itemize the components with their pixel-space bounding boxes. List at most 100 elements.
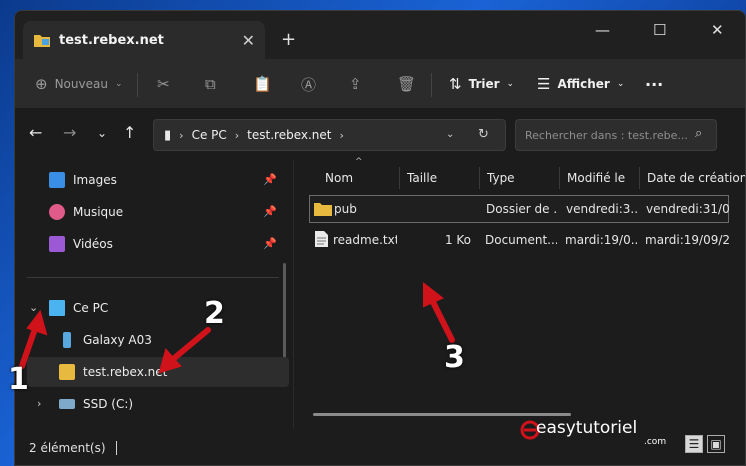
more-options-icon[interactable]: ··· [645,59,663,109]
annotation-number-2: 2 [204,296,225,331]
back-arrow-icon[interactable]: ← [29,123,42,142]
images-icon [49,172,65,188]
sort-icon: ⇅ [449,75,462,93]
minimize-icon[interactable]: — [595,21,610,39]
column-header-created[interactable]: Date de création [647,163,745,193]
item-count: 2 élément(s) [29,441,106,455]
tab-title: test.rebex.net [59,32,164,48]
paste-icon[interactable]: 📋 [253,59,272,109]
plus-circle-icon: ⊕ [35,75,48,93]
sidebar-item-music[interactable]: Musique [49,197,279,227]
nav-divider [27,277,279,278]
navigation-pane: Images 📌 Musique 📌 Vidéos 📌 ⌄ Ce PC Gala… [15,159,289,429]
new-button[interactable]: ⊕ Nouveau ⌄ [35,59,123,109]
breadcrumb-ce-pc[interactable]: Ce PC [192,128,227,142]
view-button[interactable]: ☰ Afficher ⌄ [537,59,624,109]
new-tab-button[interactable]: + [281,29,296,50]
table-row[interactable]: readme.txt 1 Ko Document... mardi:19/0..… [309,227,729,255]
column-divider[interactable] [639,167,640,189]
column-divider[interactable] [559,167,560,189]
tab-close-icon[interactable]: ✕ [242,31,255,50]
chevron-right-icon: › [234,128,240,142]
status-divider [115,441,117,455]
search-input[interactable] [515,119,717,151]
expand-chevron-icon[interactable]: ⌄ [29,301,38,314]
annotation-number-1: 1 [8,362,29,397]
sort-button[interactable]: ⇅ Trier ⌄ [449,59,514,109]
breadcrumb-test-rebex[interactable]: test.rebex.net [247,128,331,142]
nav-scrollbar[interactable] [283,263,286,367]
tab-test-rebex[interactable]: test.rebex.net ✕ [23,21,265,59]
delete-icon[interactable]: 🗑 [397,59,416,109]
column-header-size[interactable]: Taille [407,163,437,193]
annotation-number-3: 3 [444,340,465,375]
share-icon[interactable]: ⇪ [349,59,362,109]
title-bar: test.rebex.net ✕ + — ☐ ✕ [15,11,745,59]
chevron-right-icon: › [179,128,184,142]
file-name: pub [334,202,357,216]
file-modified: mardi:19/0... [565,233,637,247]
chevron-down-icon: ⌄ [506,79,515,89]
chevron-down-icon: ⌄ [616,79,625,89]
up-arrow-icon[interactable]: ↑ [123,123,136,142]
recent-chevron-icon[interactable]: ⌄ [97,126,107,140]
history-chevron-icon[interactable]: ⌄ [446,129,454,140]
file-type: Document... [485,233,557,247]
file-modified: vendredi:3... [566,202,638,216]
close-window-icon[interactable]: ✕ [711,21,724,39]
watermark-brand: easytutoriel .com [536,418,667,447]
column-divider[interactable] [399,167,400,189]
chevron-down-icon: ⌄ [114,79,123,89]
sidebar-item-ssd[interactable]: SSD (C:) [59,389,279,419]
sidebar-item-galaxy[interactable]: Galaxy A03 [59,325,279,355]
column-header-modified[interactable]: Modifié le [567,163,625,193]
table-row[interactable]: pub Dossier de ... vendredi:3... vendred… [309,195,730,223]
copy-icon[interactable]: ⧉ [205,59,216,109]
details-view-icon[interactable]: ☰ [685,435,703,453]
file-type: Dossier de ... [486,202,558,216]
file-name: readme.txt [333,233,397,247]
sort-ascending-icon: ^ [355,157,363,167]
chevron-right-icon[interactable]: › [37,397,41,410]
refresh-icon[interactable]: ↻ [478,127,489,142]
rename-icon[interactable]: Ⓐ [301,59,316,109]
pin-icon[interactable]: 📌 [263,205,277,218]
forward-arrow-icon[interactable]: → [63,123,76,142]
chevron-right-icon: › [339,128,344,142]
toolbar-divider [137,73,138,97]
command-bar: ⊕ Nouveau ⌄ ✂ ⧉ 📋 Ⓐ ⇪ 🗑 ⇅ Trier ⌄ ☰ Affi… [15,59,745,109]
videos-icon [49,236,65,252]
page-icon: ▮ [164,127,172,143]
pin-icon[interactable]: 📌 [263,173,277,186]
computer-icon [49,300,65,316]
maximize-icon[interactable]: ☐ [653,21,666,39]
text-file-icon [315,231,328,247]
view-lines-icon: ☰ [537,75,551,93]
music-icon [49,204,65,220]
file-explorer-window: test.rebex.net ✕ + — ☐ ✕ ⊕ Nouveau ⌄ ✂ ⧉… [14,10,746,466]
column-header-name[interactable]: Nom [325,163,353,193]
tiles-view-icon[interactable]: ▣ [707,435,725,453]
drive-icon [59,399,75,409]
address-row: ← → ⌄ ↑ ▮ › Ce PC › test.rebex.net › ⌄ ↻… [15,109,745,159]
network-folder-icon [34,35,50,47]
sidebar-item-images[interactable]: Images [49,165,279,195]
file-size: 1 Ko [444,233,471,247]
search-icon[interactable]: ⌕ [695,126,702,141]
file-created: vendredi:31/03/ [646,202,730,216]
column-divider[interactable] [479,167,480,189]
horizontal-scroll-thumb[interactable] [313,413,571,416]
pin-icon[interactable]: 📌 [263,237,277,250]
sidebar-item-videos[interactable]: Vidéos [49,229,279,259]
column-header-type[interactable]: Type [487,163,515,193]
sidebar-item-test-rebex[interactable]: test.rebex.net [27,357,289,387]
cut-icon[interactable]: ✂ [157,59,170,109]
file-created: mardi:19/09/202 [645,233,729,247]
network-folder-icon [59,364,75,380]
address-bar[interactable]: ▮ › Ce PC › test.rebex.net › ⌄ ↻ [153,119,506,151]
sidebar-item-this-pc[interactable]: Ce PC [49,293,279,323]
phone-icon [63,332,71,348]
toolbar-divider [431,73,432,97]
folder-icon [314,203,332,216]
pane-splitter[interactable] [293,159,294,429]
